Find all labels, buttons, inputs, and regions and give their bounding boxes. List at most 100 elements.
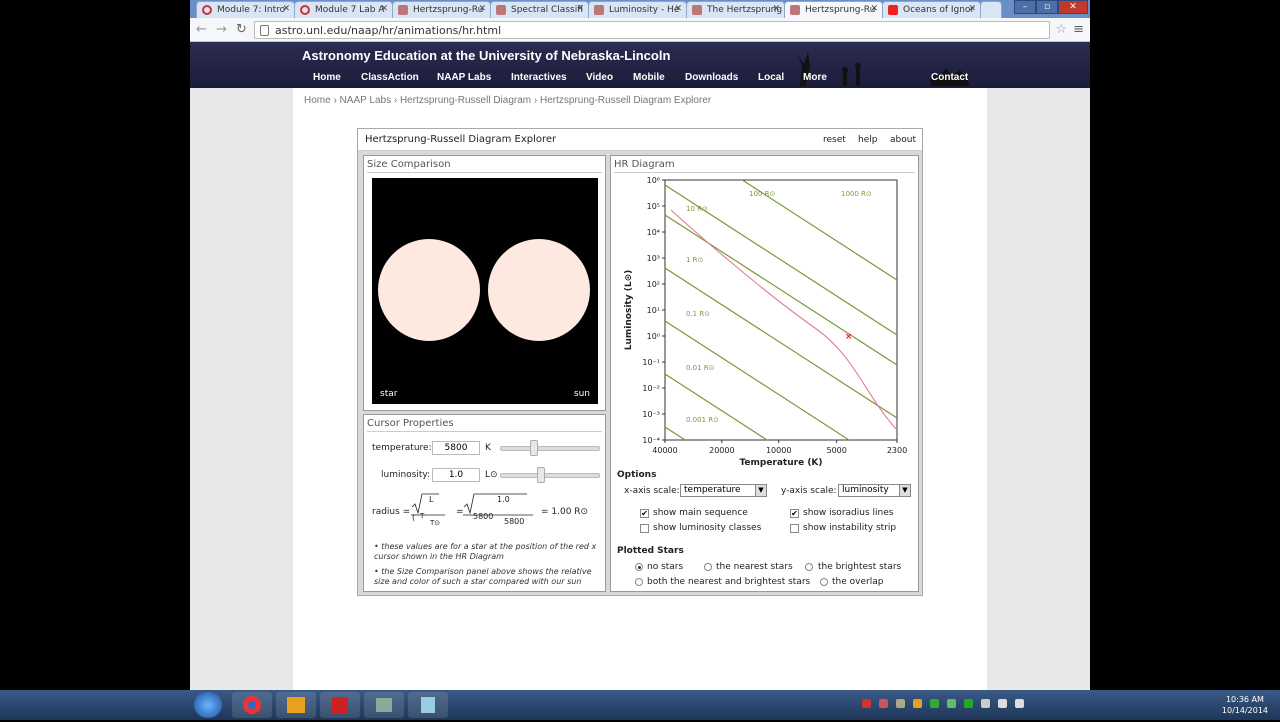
left-black-border: [0, 0, 190, 690]
acrobat-icon: [332, 697, 348, 713]
tab-1[interactable]: Module 7 Lab A ✕: [294, 1, 393, 18]
address-bar[interactable]: astro.unl.edu/naap/hr/animations/hr.html…: [254, 21, 1067, 39]
outlook-taskbar-icon[interactable]: [276, 692, 316, 718]
tray-icon[interactable]: [930, 699, 939, 708]
nav-contact[interactable]: Contact: [931, 72, 968, 83]
tab-label: Luminosity - He: [609, 5, 680, 15]
tray-icon[interactable]: [981, 699, 990, 708]
nav-downloads[interactable]: Downloads: [685, 72, 738, 83]
isoradius-label: 10 R⊙: [686, 205, 708, 213]
lum-classes-checkbox[interactable]: [640, 524, 649, 533]
nav-video[interactable]: Video: [586, 72, 613, 83]
help-link[interactable]: help: [858, 135, 877, 145]
nearest-label: the nearest stars: [716, 562, 793, 572]
close-tab-icon[interactable]: ✕: [772, 4, 780, 14]
instability-label: show instability strip: [803, 523, 897, 533]
nearest-radio[interactable]: [704, 563, 712, 571]
acrobat-taskbar-icon[interactable]: [320, 692, 360, 718]
nav-mobile[interactable]: Mobile: [633, 72, 665, 83]
tab-2[interactable]: Hertzsprung-Ru ✕: [392, 1, 491, 18]
minimize-icon[interactable]: –: [1014, 0, 1036, 14]
xaxis-scale-select[interactable]: temperature ▼: [680, 484, 767, 497]
cursor-properties-panel: Cursor Properties temperature: 5800 K lu…: [363, 414, 606, 592]
close-window-icon[interactable]: ✕: [1058, 0, 1088, 14]
nav-interactives[interactable]: Interactives: [511, 72, 567, 83]
x-tick-label: 20000: [709, 446, 734, 455]
chevron-down-icon: ▼: [899, 485, 910, 496]
maximize-icon[interactable]: ▫: [1036, 0, 1058, 14]
overlap-radio[interactable]: [820, 578, 828, 586]
windows-start-icon[interactable]: [194, 692, 222, 718]
tab-0[interactable]: Module 7: Intro ✕: [196, 1, 295, 18]
close-tab-icon[interactable]: ✕: [282, 4, 290, 14]
close-tab-icon[interactable]: ✕: [478, 4, 486, 14]
close-tab-icon[interactable]: ✕: [380, 4, 388, 14]
temperature-input[interactable]: 5800: [432, 441, 480, 455]
isoradius-checkbox[interactable]: ✔: [790, 509, 799, 518]
tab-7[interactable]: Oceans of Ignor ✕: [882, 1, 981, 18]
tab-4[interactable]: Luminosity - He ✕: [588, 1, 687, 18]
temperature-slider[interactable]: [500, 446, 600, 451]
luminosity-input[interactable]: 1.0: [432, 468, 480, 482]
divider: [614, 172, 915, 173]
tab-favicon-icon: [594, 5, 604, 15]
y-tick-label: 10⁻⁴: [642, 436, 660, 445]
main-sequence-checkbox[interactable]: ✔: [640, 509, 649, 518]
about-link[interactable]: about: [890, 135, 916, 145]
yaxis-scale-select[interactable]: luminosity ▼: [838, 484, 911, 497]
network-icon[interactable]: [998, 699, 1007, 708]
cursor-note-1: • these values are for a star at the pos…: [374, 542, 597, 561]
tray-icon[interactable]: [879, 699, 888, 708]
tray-icon[interactable]: [964, 699, 973, 708]
reset-link[interactable]: reset: [823, 135, 846, 145]
bookmark-star-icon[interactable]: ☆: [1055, 22, 1067, 37]
app-taskbar-icon[interactable]: [364, 692, 404, 718]
cursor-marker: ×: [845, 332, 853, 342]
tab-3[interactable]: Spectral Classifi ✕: [490, 1, 589, 18]
luminosity-unit: L⊙: [485, 470, 498, 480]
plotted-stars-heading: Plotted Stars: [617, 546, 684, 556]
tray-icon[interactable]: [862, 699, 871, 708]
back-icon[interactable]: ←: [196, 22, 207, 37]
isoradius-label: show isoradius lines: [803, 508, 894, 518]
both-radio[interactable]: [635, 578, 643, 586]
app-title: Hertzsprung-Russell Diagram Explorer: [365, 134, 557, 145]
volume-icon[interactable]: [1015, 699, 1024, 708]
clock[interactable]: 10:36 AM 10/14/2014: [1222, 694, 1268, 716]
nav-classaction[interactable]: ClassAction: [361, 72, 419, 83]
forward-icon[interactable]: →: [216, 22, 227, 37]
y-tick-label: 10⁻¹: [642, 358, 660, 367]
luminosity-slider[interactable]: [500, 473, 600, 478]
close-tab-icon[interactable]: ✕: [968, 4, 976, 14]
notepad-taskbar-icon[interactable]: [408, 692, 448, 718]
menu-icon[interactable]: ≡: [1073, 22, 1084, 37]
reload-icon[interactable]: ↻: [236, 22, 247, 37]
tray-icon[interactable]: [947, 699, 956, 708]
tab-5[interactable]: The Hertzsprung ✕: [686, 1, 785, 18]
brightest-radio[interactable]: [805, 563, 813, 571]
temperature-slider-thumb[interactable]: [530, 440, 539, 456]
chrome-taskbar-icon[interactable]: [232, 692, 272, 718]
nav-naap-labs[interactable]: NAAP Labs: [437, 72, 491, 83]
formula-numerator: 1.0: [497, 495, 510, 504]
cursor-note-2: • the Size Comparison panel above shows …: [374, 567, 592, 586]
close-tab-icon[interactable]: ✕: [870, 4, 878, 14]
new-tab-button[interactable]: [980, 1, 1002, 18]
brightest-label: the brightest stars: [818, 562, 902, 572]
nav-home[interactable]: Home: [313, 72, 341, 83]
isoradius-label: 100 R⊙: [749, 190, 775, 198]
luminosity-slider-thumb[interactable]: [536, 467, 545, 483]
no-stars-radio[interactable]: [635, 563, 643, 571]
tray-icon[interactable]: [913, 699, 922, 708]
y-axis-label: Luminosity (L⊙): [624, 270, 634, 350]
browser-toolbar: ← → ↻ astro.unl.edu/naap/hr/animations/h…: [190, 18, 1090, 42]
close-tab-icon[interactable]: ✕: [576, 4, 584, 14]
tab-6-active[interactable]: Hertzsprung-Ru ✕: [784, 1, 883, 18]
y-tick-label: 10⁻³: [642, 410, 660, 419]
nav-more[interactable]: More: [803, 72, 827, 83]
nav-local[interactable]: Local: [758, 72, 784, 83]
hr-plot[interactable]: 10⁶ 10⁵ 10⁴ 10³ 10² 10¹ 10⁰ 10⁻¹ 10⁻² 10⁻³ 10⁻⁴400…: [611, 174, 918, 474]
close-tab-icon[interactable]: ✕: [674, 4, 682, 14]
instability-checkbox[interactable]: [790, 524, 799, 533]
tray-icon[interactable]: [896, 699, 905, 708]
